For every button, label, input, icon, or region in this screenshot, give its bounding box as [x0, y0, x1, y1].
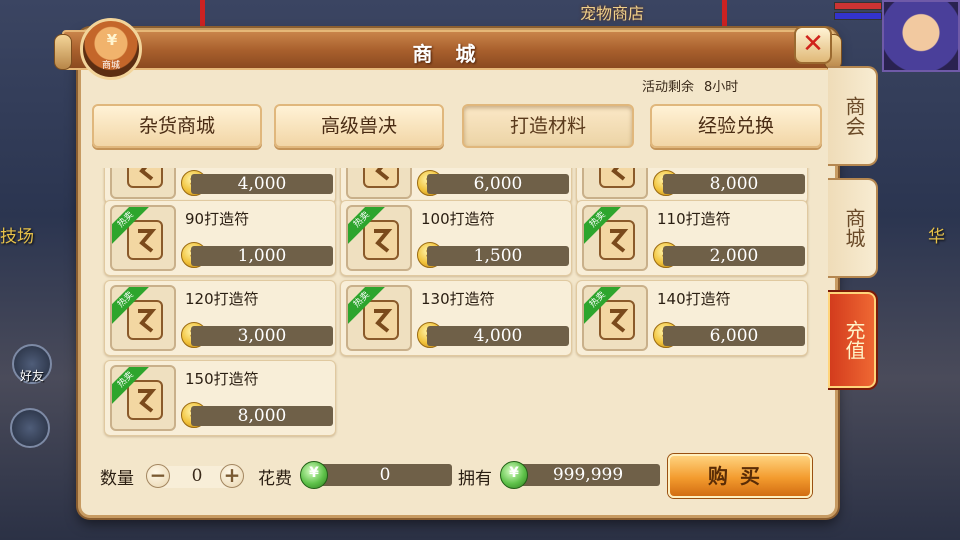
- arena-label[interactable]: 技场: [0, 222, 34, 247]
- price-value: 4,000: [191, 174, 333, 194]
- tab-exp-exchange[interactable]: 经验兑换: [650, 104, 822, 148]
- item-grid[interactable]: 4,000 6,000 8,000 热卖 90打造符 1,000 热卖 100打…: [96, 168, 816, 440]
- item-card-partial[interactable]: 8,000: [576, 168, 808, 204]
- price-value: 8,000: [663, 174, 805, 194]
- price-value: 3,000: [191, 326, 333, 346]
- pet-shop-sign: 宠物商店: [580, 4, 645, 23]
- shop-emblem-icon: ¥ 商城: [80, 18, 142, 80]
- item-card-130[interactable]: 热卖 130打造符 4,000: [340, 280, 572, 356]
- price-value: 4,000: [427, 326, 569, 346]
- side-tab-recharge[interactable]: 充值: [828, 290, 878, 390]
- coin-bag-icon: ¥: [106, 31, 118, 49]
- item-name: 110打造符: [657, 210, 731, 228]
- friends-button[interactable]: 好友: [12, 344, 52, 384]
- tab-general-store[interactable]: 杂货商城: [92, 104, 262, 148]
- item-name: 100打造符: [421, 210, 495, 228]
- cost-value: 0: [318, 464, 452, 486]
- item-icon-box: 热卖: [110, 365, 176, 431]
- item-icon-box: 热卖: [582, 205, 648, 271]
- player-avatar[interactable]: [882, 0, 960, 72]
- item-card-partial[interactable]: 6,000: [340, 168, 572, 204]
- rope-decoration: [200, 0, 205, 30]
- side-tab-mall[interactable]: 商城: [828, 178, 878, 278]
- price-value: 6,000: [427, 174, 569, 194]
- item-name: 130打造符: [421, 290, 495, 308]
- price-value: 1,000: [191, 246, 333, 266]
- item-icon-box: 热卖: [346, 205, 412, 271]
- item-icon-box: 热卖: [110, 285, 176, 351]
- hp-bar: [834, 2, 882, 10]
- timer-label: 活动剩余: [642, 80, 695, 95]
- item-name: 140打造符: [657, 290, 731, 308]
- right-edge-label: 华: [928, 227, 945, 247]
- item-icon-box: [110, 168, 176, 199]
- price-value: 6,000: [663, 326, 805, 346]
- close-button[interactable]: ✕: [794, 26, 832, 64]
- price-value: 1,500: [427, 246, 569, 266]
- mp-bar: [834, 12, 882, 20]
- scroll-icon: [363, 168, 399, 188]
- item-card-110[interactable]: 热卖 110打造符 2,000: [576, 200, 808, 276]
- item-card-150[interactable]: 热卖 150打造符 8,000: [104, 360, 336, 436]
- price-value: 2,000: [663, 246, 805, 266]
- minus-button[interactable]: −: [146, 464, 170, 488]
- item-icon-box: 热卖: [110, 205, 176, 271]
- panel-title: 商 城: [412, 42, 484, 66]
- quantity-value[interactable]: 0: [180, 466, 214, 486]
- item-name: 120打造符: [185, 290, 259, 308]
- item-card-90[interactable]: 热卖 90打造符 1,000: [104, 200, 336, 276]
- item-card-partial[interactable]: 4,000: [104, 168, 336, 204]
- cost-label: 花费: [258, 469, 292, 489]
- rope-decoration: [722, 0, 727, 30]
- item-card-100[interactable]: 热卖 100打造符 1,500: [340, 200, 572, 276]
- item-card-120[interactable]: 热卖 120打造符 3,000: [104, 280, 336, 356]
- quantity-label: 数量: [100, 469, 134, 489]
- price-value: 8,000: [191, 406, 333, 426]
- plus-button[interactable]: +: [220, 464, 244, 488]
- owned-value: 999,999: [516, 464, 660, 486]
- friends-label: 好友: [19, 369, 44, 383]
- event-timer: 活动剩余 8小时: [642, 76, 738, 95]
- currency-icon: [300, 461, 328, 489]
- currency-icon: [500, 461, 528, 489]
- owned-label: 拥有: [458, 469, 492, 489]
- buy-button[interactable]: 购买: [668, 454, 812, 498]
- tab-crafting-materials[interactable]: 打造材料: [462, 104, 634, 148]
- item-name: 90打造符: [185, 210, 250, 228]
- close-x-icon: ✕: [802, 29, 824, 59]
- side-tab-guild-shop[interactable]: 商会: [828, 66, 878, 166]
- shop-emblem-label: 商城: [101, 61, 120, 71]
- item-icon-box: [582, 168, 648, 199]
- scroll-icon: [127, 168, 163, 188]
- tab-advanced-skills[interactable]: 高级兽决: [274, 104, 444, 148]
- title-bar: 商 城: [54, 30, 842, 70]
- timer-value: 8小时: [704, 80, 739, 95]
- chat-button[interactable]: [10, 408, 50, 448]
- item-icon-box: 热卖: [582, 285, 648, 351]
- scroll-icon: [599, 168, 635, 188]
- item-icon-box: 热卖: [346, 285, 412, 351]
- item-icon-box: [346, 168, 412, 199]
- item-card-140[interactable]: 热卖 140打造符 6,000: [576, 280, 808, 356]
- item-name: 150打造符: [185, 370, 259, 388]
